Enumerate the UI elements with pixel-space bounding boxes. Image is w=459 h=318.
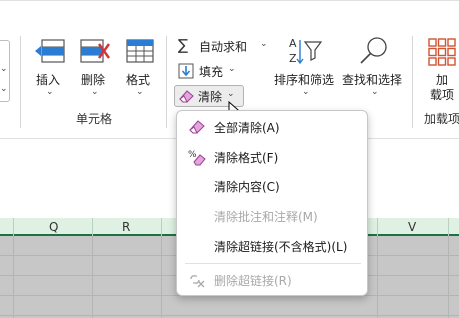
sigma-icon: ∑ <box>178 36 189 54</box>
row-line <box>0 315 459 316</box>
chevron-down-icon: ⌄ <box>371 87 379 97</box>
find-select-button[interactable]: 查找和选择 ⌄ <box>342 36 408 100</box>
fill-down-icon <box>178 63 194 79</box>
column-separator <box>161 218 162 236</box>
column-separator <box>377 218 378 236</box>
column-header-q[interactable]: Q <box>49 220 58 234</box>
column-line <box>161 236 162 318</box>
insert-button[interactable]: 插入 ⌄ <box>30 36 70 100</box>
menu-item-clear-hyperlinks[interactable]: 清除超链接(不含格式)(L) <box>177 234 367 258</box>
menu-divider <box>185 263 361 264</box>
insert-label: 插入 <box>36 73 61 87</box>
chevron-down-icon: ⌄ <box>228 64 236 74</box>
menu-item-label: 清除格式(F) <box>214 151 279 165</box>
chevron-down-icon: ⌄ <box>0 64 8 74</box>
column-separator <box>448 218 449 236</box>
chevron-down-icon: ⌄ <box>0 84 8 94</box>
chevron-down-icon: ⌄ <box>227 89 235 99</box>
cells-group-label: 单元格 <box>76 112 113 126</box>
column-header-r[interactable]: R <box>122 220 130 234</box>
chevron-down-icon: ⌄ <box>302 87 310 97</box>
clear-label: 清除 <box>198 90 223 104</box>
group-separator <box>412 36 413 128</box>
sort-filter-label: 排序和筛选 <box>274 73 335 87</box>
column-separator <box>92 218 93 236</box>
column-line <box>377 236 378 318</box>
chevron-down-icon: ⌄ <box>260 39 268 49</box>
insert-cells-icon <box>35 39 65 63</box>
menu-item-clear-contents[interactable]: 清除内容(C) <box>177 174 367 198</box>
autosum-label: 自动求和 <box>199 40 248 54</box>
svg-text:%: % <box>188 150 197 160</box>
addins-label-line2: 载项 <box>430 88 455 102</box>
menu-item-label: 清除内容(C) <box>214 180 280 194</box>
delete-button[interactable]: 删除 ⌄ <box>75 36 115 100</box>
column-header-v[interactable]: V <box>408 220 416 234</box>
format-cells-icon <box>126 39 154 63</box>
column-line <box>13 236 14 318</box>
chevron-down-icon: ⌄ <box>136 87 144 97</box>
menu-item-label: 删除超链接(R) <box>214 274 292 288</box>
svg-text:A: A <box>289 37 297 50</box>
addins-button[interactable]: 加 载项 <box>422 36 459 106</box>
menu-item-label: 全部清除(A) <box>214 121 280 135</box>
eraser-icon <box>189 120 205 134</box>
fill-label: 填充 <box>199 65 224 79</box>
chevron-down-icon: ⌄ <box>91 87 99 97</box>
remove-link-icon <box>190 275 205 288</box>
menu-item-label: 清除批注和注释(M) <box>214 210 318 224</box>
eraser-icon <box>179 90 194 103</box>
magnifier-icon <box>360 37 387 64</box>
find-select-label: 查找和选择 <box>342 73 403 87</box>
format-button[interactable]: 格式 ⌄ <box>120 36 160 100</box>
chevron-down-icon: ⌄ <box>46 87 54 97</box>
menu-item-clear-comments: 清除批注和注释(M) <box>177 204 367 228</box>
menu-item-clear-formats[interactable]: % 清除格式(F) <box>177 145 367 169</box>
ribbon-top-border <box>0 0 459 1</box>
column-separator <box>13 218 14 236</box>
menu-item-clear-all[interactable]: 全部清除(A) <box>177 115 367 139</box>
svg-text:Z: Z <box>289 52 297 65</box>
addins-grid-icon <box>428 38 456 66</box>
clear-dropdown-menu: 全部清除(A) % 清除格式(F) 清除内容(C) 清除批注和注释(M) 清除超… <box>176 110 368 296</box>
autosum-button[interactable]: ∑ 自动求和 ⌄ <box>176 36 272 56</box>
group-separator <box>20 36 21 128</box>
column-line <box>92 236 93 318</box>
sort-filter-button[interactable]: A Z 排序和筛选 ⌄ <box>272 36 338 100</box>
fill-button[interactable]: 填充 ⌄ <box>176 61 242 81</box>
menu-item-remove-hyperlinks: 删除超链接(R) <box>177 268 367 292</box>
delete-cells-icon <box>80 39 110 63</box>
menu-item-label: 清除超链接(不含格式)(L) <box>214 240 348 254</box>
column-line <box>448 236 449 318</box>
addins-group-label: 加载项 <box>424 112 459 126</box>
group-separator <box>166 36 167 128</box>
clear-format-icon: % <box>188 150 206 166</box>
delete-label: 删除 <box>81 73 106 87</box>
format-label: 格式 <box>126 73 151 87</box>
sort-filter-icon: A Z <box>289 37 323 65</box>
